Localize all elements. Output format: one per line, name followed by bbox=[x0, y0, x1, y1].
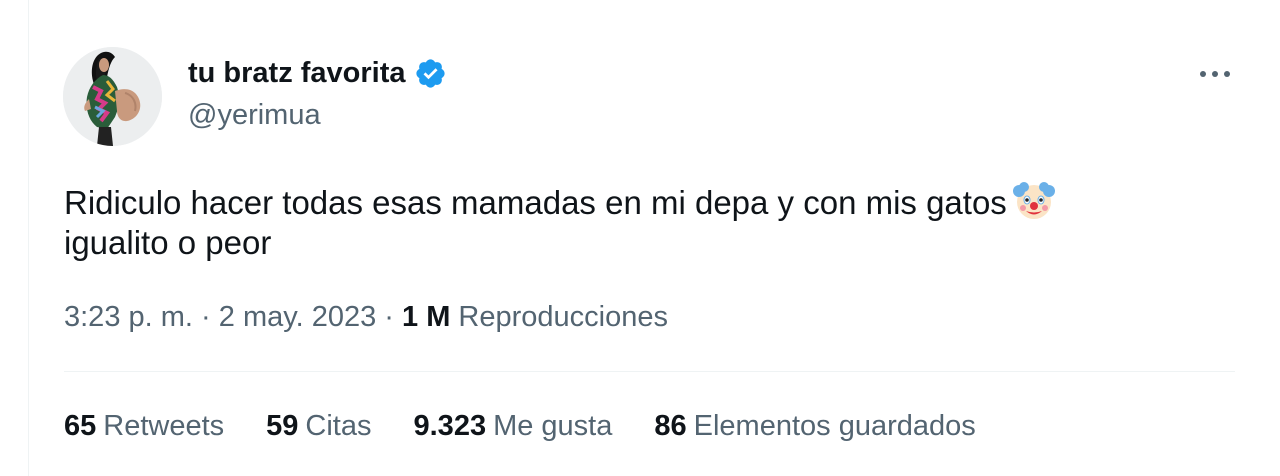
views-count: 1 M bbox=[402, 301, 451, 333]
author-display-name-row[interactable]: tu bratz favorita bbox=[188, 56, 447, 90]
likes-count: 9.323 bbox=[413, 410, 487, 442]
tweet-time[interactable]: 3:23 p. m. bbox=[64, 301, 193, 333]
clown-face-icon bbox=[1012, 180, 1055, 222]
tweet-date[interactable]: 2 may. 2023 bbox=[219, 301, 376, 333]
verified-badge-icon[interactable] bbox=[414, 57, 447, 90]
tweet-meta: 3:23 p. m. · 2 may. 2023 · 1 M Reproducc… bbox=[64, 298, 668, 336]
author-display-name[interactable]: tu bratz favorita bbox=[188, 56, 406, 90]
tweet-text-line2: igualito o peor bbox=[64, 224, 272, 261]
avatar-image bbox=[63, 47, 162, 146]
divider bbox=[64, 371, 1235, 372]
likes-label: Me gusta bbox=[493, 410, 613, 442]
retweets-count: 65 bbox=[64, 410, 97, 442]
bookmarks-count: 86 bbox=[654, 410, 687, 442]
more-options-icon bbox=[1200, 71, 1230, 77]
retweets-label: Retweets bbox=[103, 410, 225, 442]
more-options-button[interactable] bbox=[1195, 58, 1235, 90]
tweet-text-line1: Ridiculo hacer todas esas mamadas en mi … bbox=[64, 184, 1007, 221]
tweet-text: Ridiculo hacer todas esas mamadas en mi … bbox=[64, 180, 1204, 263]
quotes-count: 59 bbox=[266, 410, 299, 442]
meta-separator: · bbox=[201, 301, 211, 333]
engagement-stats: 65 Retweets 59 Citas 9.323 Me gusta 86 Eleme… bbox=[64, 407, 976, 445]
meta-separator: · bbox=[384, 301, 394, 333]
bookmarks-stat[interactable]: 86 Elementos guardados bbox=[654, 407, 975, 445]
quotes-label: Citas bbox=[305, 410, 372, 442]
bookmarks-label: Elementos guardados bbox=[693, 410, 976, 442]
author-handle[interactable]: @yerimua bbox=[188, 98, 321, 132]
views-label: Reproducciones bbox=[458, 301, 668, 333]
likes-stat[interactable]: 9.323 Me gusta bbox=[414, 407, 613, 445]
avatar[interactable] bbox=[63, 47, 162, 146]
quotes-stat[interactable]: 59 Citas bbox=[266, 407, 371, 445]
retweets-stat[interactable]: 65 Retweets bbox=[64, 407, 224, 445]
tweet-card: tu bratz favorita @yerimua Ridiculo hace… bbox=[28, 0, 1280, 476]
